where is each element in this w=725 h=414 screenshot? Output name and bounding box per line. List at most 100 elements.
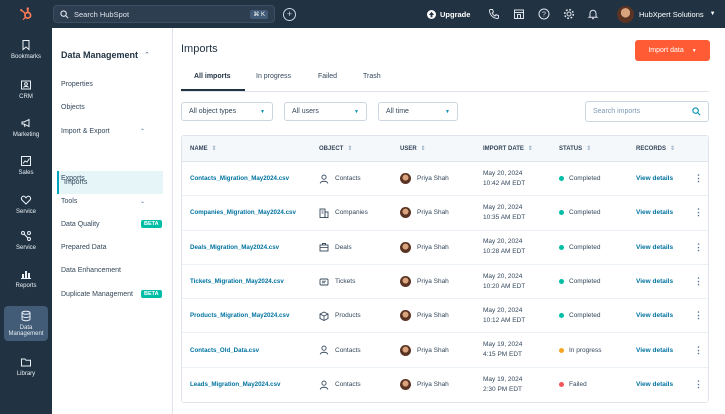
column-header-user[interactable]: USER ⇕ <box>400 145 426 153</box>
hubspot-logo-icon[interactable] <box>0 0 52 28</box>
tab-in-progress[interactable]: In progress <box>256 73 291 80</box>
import-file-name-link[interactable]: Contacts_Migration_May2024.csv <box>190 162 289 195</box>
nav-sales[interactable]: Sales <box>4 155 48 176</box>
view-details-link[interactable]: View details <box>636 333 673 366</box>
global-search-input[interactable]: Search HubSpot ⌘ K <box>53 5 275 23</box>
object-cell: Products <box>319 299 361 332</box>
menu-tools[interactable]: Tools <box>61 198 77 205</box>
settings-gear-icon[interactable] <box>563 8 575 20</box>
more-options-icon[interactable]: ⋮ <box>694 162 703 195</box>
menu-data-quality[interactable]: Data Quality <box>61 221 100 228</box>
folder-icon <box>21 358 31 367</box>
chevron-up-icon[interactable]: ⌃ <box>144 51 150 59</box>
table-row[interactable]: Products_Migration_May2024.csv Products Pr… <box>182 299 708 334</box>
status-dot <box>559 313 564 319</box>
building-icon <box>319 208 329 218</box>
nav-automation[interactable]: Service <box>4 230 48 251</box>
object-cell: Deals <box>319 231 352 264</box>
nav-library[interactable]: Library <box>4 356 48 377</box>
nav-reports[interactable]: Reports <box>4 268 48 289</box>
more-options-icon[interactable]: ⋮ <box>694 333 703 366</box>
object-cell: Contacts <box>319 333 361 366</box>
page-title: Imports <box>181 43 218 55</box>
tab-trash[interactable]: Trash <box>363 73 381 80</box>
contact-card-icon <box>21 80 31 90</box>
upgrade-arrow-icon <box>427 9 436 19</box>
more-options-icon[interactable]: ⋮ <box>694 196 703 229</box>
menu-objects[interactable]: Objects <box>61 104 85 111</box>
sort-icon: ⇕ <box>420 146 426 152</box>
briefcase-icon <box>319 243 329 252</box>
status-badge: Failed <box>559 368 587 402</box>
import-date-cell: May 19, 2024 2:30 PM EDT <box>483 375 523 393</box>
table-row[interactable]: Leads_Migration_May2024.csv Contacts Priya… <box>182 367 708 403</box>
tab-failed[interactable]: Failed <box>318 73 337 80</box>
view-details-link[interactable]: View details <box>636 299 673 332</box>
user-avatar <box>400 241 411 253</box>
upgrade-button[interactable]: Upgrade <box>427 0 470 28</box>
import-file-name-link[interactable]: Leads_Migration_May2024.csv <box>190 368 280 402</box>
more-options-icon[interactable]: ⋮ <box>694 231 703 264</box>
more-options-icon[interactable]: ⋮ <box>694 265 703 298</box>
import-file-name-link[interactable]: Contacts_Old_Data.csv <box>190 333 259 366</box>
heart-icon <box>20 195 32 205</box>
marketplace-icon[interactable] <box>513 8 525 20</box>
menu-properties[interactable]: Properties <box>61 81 93 88</box>
menu-import-export[interactable]: Import & Export <box>61 128 110 135</box>
import-data-button[interactable]: Import data ▼ <box>635 40 710 61</box>
account-menu[interactable]: HubXpert Solutions ▼ <box>617 4 716 24</box>
import-file-name-link[interactable]: Deals_Migration_May2024.csv <box>190 231 279 264</box>
nav-data-management[interactable]: Data Management <box>4 306 48 341</box>
view-details-link[interactable]: View details <box>636 162 673 195</box>
status-dot <box>559 244 564 250</box>
nav-bookmarks[interactable]: Bookmarks <box>4 39 48 60</box>
sort-icon: ⇕ <box>211 146 217 152</box>
import-file-name-link[interactable]: Products_Migration_May2024.csv <box>190 299 289 332</box>
view-details-link[interactable]: View details <box>636 368 673 402</box>
menu-data-enhancement[interactable]: Data Enhancement <box>61 267 121 274</box>
column-header-records[interactable]: RECORDS ⇕ <box>636 145 675 153</box>
add-icon[interactable]: + <box>283 7 296 21</box>
filter-object-types[interactable]: All object types ▼ <box>181 102 273 121</box>
more-options-icon[interactable]: ⋮ <box>694 368 703 402</box>
nav-crm[interactable]: CRM <box>4 79 48 100</box>
menu-prepared-data[interactable]: Prepared Data <box>61 244 107 251</box>
view-details-link[interactable]: View details <box>636 231 673 264</box>
chevron-down-icon[interactable]: ⌄ <box>140 198 145 205</box>
shortcut-key: ⌘ K <box>250 9 268 19</box>
phone-icon[interactable] <box>488 8 500 20</box>
column-header-object[interactable]: OBJECT ⇕ <box>319 145 352 153</box>
import-file-name-link[interactable]: Tickets_Migration_May2024.csv <box>190 265 284 298</box>
table-row[interactable]: Tickets_Migration_May2024.csv Tickets Priy… <box>182 264 708 300</box>
filter-time[interactable]: All time ▼ <box>378 102 458 121</box>
person-icon <box>319 174 329 184</box>
column-header-status[interactable]: STATUS ⇕ <box>559 145 591 153</box>
import-date-cell: May 20, 2024 10:42 AM EDT <box>483 169 526 187</box>
status-badge: Completed <box>559 162 600 195</box>
table-row[interactable]: Companies_Migration_May2024.csv Companies… <box>182 196 708 231</box>
filter-users[interactable]: All users ▼ <box>284 102 367 121</box>
chevron-up-icon[interactable]: ⌃ <box>140 128 145 135</box>
menu-exports[interactable]: Exports <box>61 175 85 182</box>
help-icon[interactable]: ? <box>538 8 550 20</box>
notifications-bell-icon[interactable] <box>587 8 599 20</box>
table-row[interactable]: Deals_Migration_May2024.csv Deals Priya Sh… <box>182 230 708 265</box>
table-row[interactable]: Contacts_Migration_May2024.csv Contacts Pr… <box>182 162 708 197</box>
status-dot <box>559 279 564 285</box>
workflow-icon <box>21 231 31 241</box>
beta-badge: BETA <box>141 220 162 228</box>
view-details-link[interactable]: View details <box>636 265 673 298</box>
view-details-link[interactable]: View details <box>636 196 673 229</box>
table-row[interactable]: Contacts_Old_Data.csv Contacts Priya Shah M… <box>182 333 708 368</box>
svg-text:?: ? <box>542 12 546 19</box>
menu-duplicate-management[interactable]: Duplicate Management <box>61 291 133 298</box>
search-imports-input[interactable]: Search imports <box>585 101 709 122</box>
tab-all-imports[interactable]: All imports <box>194 73 231 80</box>
status-badge: Completed <box>559 299 600 332</box>
column-header-import-date[interactable]: IMPORT DATE ⇕ <box>483 145 533 153</box>
import-file-name-link[interactable]: Companies_Migration_May2024.csv <box>190 196 296 229</box>
column-header-name[interactable]: NAME ⇕ <box>190 145 217 153</box>
more-options-icon[interactable]: ⋮ <box>694 299 703 332</box>
nav-service[interactable]: Service <box>4 194 48 215</box>
nav-marketing[interactable]: Marketing <box>4 117 48 138</box>
